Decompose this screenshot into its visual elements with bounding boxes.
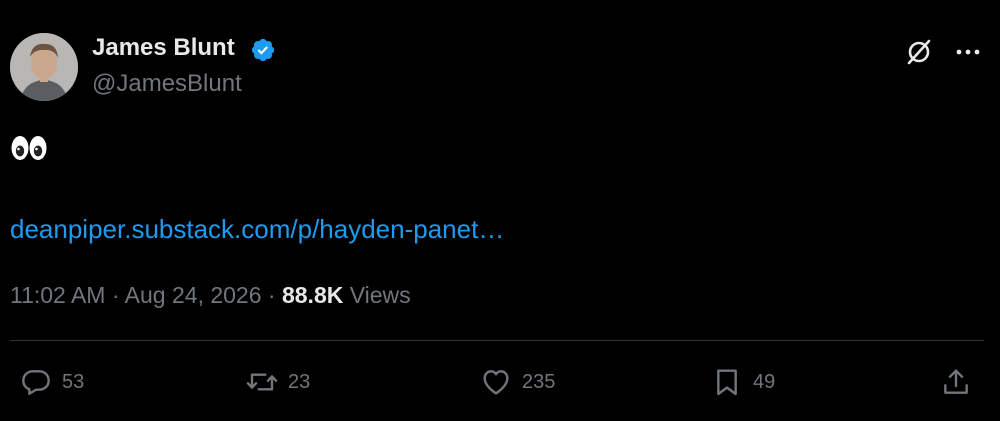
tweet-meta: 11:02 AM · Aug 24, 2026 · 88.8K Views (10, 282, 411, 309)
like-count: 235 (522, 370, 556, 393)
reply-icon (22, 370, 50, 395)
meta-separator: · (111, 282, 120, 308)
eyes-emoji-icon (11, 136, 47, 160)
divider (10, 340, 984, 341)
author-name[interactable]: James Blunt (92, 34, 235, 62)
reply-count: 53 (62, 370, 85, 393)
bookmark-button[interactable]: 49 (711, 365, 775, 399)
author-handle[interactable]: @JamesBlunt (92, 70, 242, 98)
bookmark-icon (717, 369, 737, 396)
avatar-image (10, 33, 78, 101)
share-icon (944, 369, 968, 394)
share-button[interactable] (940, 365, 972, 399)
repost-button[interactable]: 23 (246, 365, 310, 399)
like-button[interactable]: 235 (480, 365, 555, 399)
like-icon (483, 370, 509, 395)
tweet-date[interactable]: Aug 24, 2026 (125, 282, 262, 308)
grok-icon[interactable] (904, 37, 934, 67)
tweet-time[interactable]: 11:02 AM (10, 282, 105, 308)
verified-badge-icon (251, 38, 275, 62)
reply-button[interactable]: 53 (20, 365, 84, 399)
repost-count: 23 (288, 370, 311, 393)
repost-icon (246, 373, 278, 391)
more-icon[interactable] (954, 38, 982, 66)
tweet-link[interactable]: deanpiper.substack.com/p/hayden-panet… (10, 214, 504, 245)
bookmark-count: 49 (753, 370, 776, 393)
views-label: Views (349, 282, 411, 308)
avatar[interactable] (10, 33, 78, 101)
meta-separator: · (267, 282, 276, 308)
views-count: 88.8K (281, 282, 344, 308)
